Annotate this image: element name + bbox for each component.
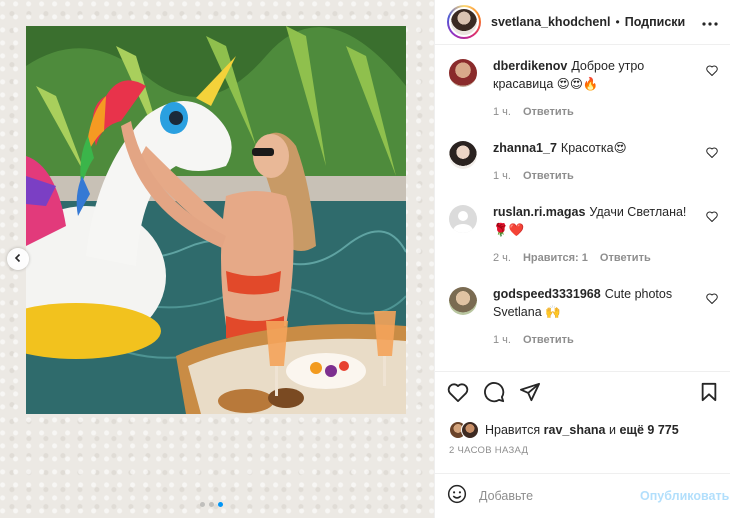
heart-icon[interactable]	[706, 63, 718, 81]
share-icon[interactable]	[519, 382, 541, 407]
emoji-icon[interactable]	[447, 484, 467, 509]
reply-button[interactable]: Ответить	[523, 103, 574, 121]
heart-icon[interactable]	[706, 291, 718, 309]
comment-time[interactable]: 2 ч.	[493, 249, 511, 267]
post-timestamp[interactable]: 2 ЧАСОВ НАЗАД	[435, 443, 730, 463]
comment-item: dberdikenov Доброе утро красавица 😍😍🔥 1 ч…	[435, 57, 730, 123]
comment-username[interactable]: zhanna1_7	[493, 141, 557, 155]
comment-item: godspeed3331968 Cute photos Svetlana 🙌 1 …	[435, 285, 730, 351]
commenter-avatar[interactable]	[449, 59, 477, 87]
comment-username[interactable]: godspeed3331968	[493, 287, 601, 301]
carousel-dots	[200, 502, 223, 507]
comments-list: dberdikenov Доброе утро красавица 😍😍🔥 1 ч…	[435, 45, 730, 371]
post-media	[0, 0, 434, 518]
likes-username[interactable]: rav_shana	[544, 423, 606, 437]
comment-text: Красотка😍	[560, 141, 627, 155]
comment-item: zhanna1_7 Красотка😍 1 ч. Ответить	[435, 139, 730, 187]
carousel-prev-button[interactable]	[7, 248, 29, 270]
carousel-dot	[200, 502, 205, 507]
comment-time[interactable]: 1 ч.	[493, 103, 511, 121]
comment-icon[interactable]	[483, 381, 505, 408]
commenter-avatar[interactable]	[449, 205, 477, 233]
publish-button[interactable]: Опубликовать	[640, 489, 729, 503]
likes-middle: и	[609, 423, 616, 437]
post-side-panel: svetlana_khodchenl • Подписки dberdikeno…	[434, 0, 730, 518]
commenter-avatar[interactable]	[449, 141, 477, 169]
author-avatar[interactable]	[447, 5, 481, 39]
like-heart-icon[interactable]	[447, 382, 469, 407]
likes-count[interactable]: ещё 9 775	[619, 423, 678, 437]
following-button[interactable]: Подписки	[625, 15, 686, 29]
comment-username[interactable]: ruslan.ri.magas	[493, 205, 585, 219]
carousel-dot	[209, 502, 214, 507]
post-actions	[435, 371, 730, 417]
commenter-avatar[interactable]	[449, 287, 477, 315]
comment-input[interactable]	[479, 489, 640, 503]
liker-avatar	[461, 421, 479, 439]
carousel-dot-active	[218, 502, 223, 507]
reply-button[interactable]: Ответить	[523, 331, 574, 349]
bookmark-icon[interactable]	[700, 382, 718, 407]
heart-icon[interactable]	[706, 209, 718, 227]
reply-button[interactable]: Ответить	[523, 167, 574, 185]
comment-likes-count[interactable]: Нравится: 1	[523, 249, 588, 267]
comment-time[interactable]: 1 ч.	[493, 167, 511, 185]
post-photo[interactable]	[26, 26, 406, 414]
chevron-left-icon	[13, 250, 23, 268]
add-comment-bar: Опубликовать	[435, 473, 730, 518]
heart-icon[interactable]	[706, 145, 718, 163]
more-options-icon[interactable]	[702, 13, 718, 31]
post-dialog: svetlana_khodchenl • Подписки dberdikeno…	[0, 0, 730, 518]
author-username[interactable]: svetlana_khodchenl	[491, 15, 611, 29]
comment-time[interactable]: 1 ч.	[493, 331, 511, 349]
post-header: svetlana_khodchenl • Подписки	[435, 0, 730, 45]
comment-username[interactable]: dberdikenov	[493, 59, 567, 73]
likes-summary: Нравится rav_shana и ещё 9 775	[435, 417, 730, 443]
reply-button[interactable]: Ответить	[600, 249, 651, 267]
header-separator: •	[615, 15, 620, 29]
comment-item: ruslan.ri.magas Удачи Светлана! 🌹❤️ 2 ч. …	[435, 203, 730, 269]
likes-prefix: Нравится	[485, 423, 541, 437]
